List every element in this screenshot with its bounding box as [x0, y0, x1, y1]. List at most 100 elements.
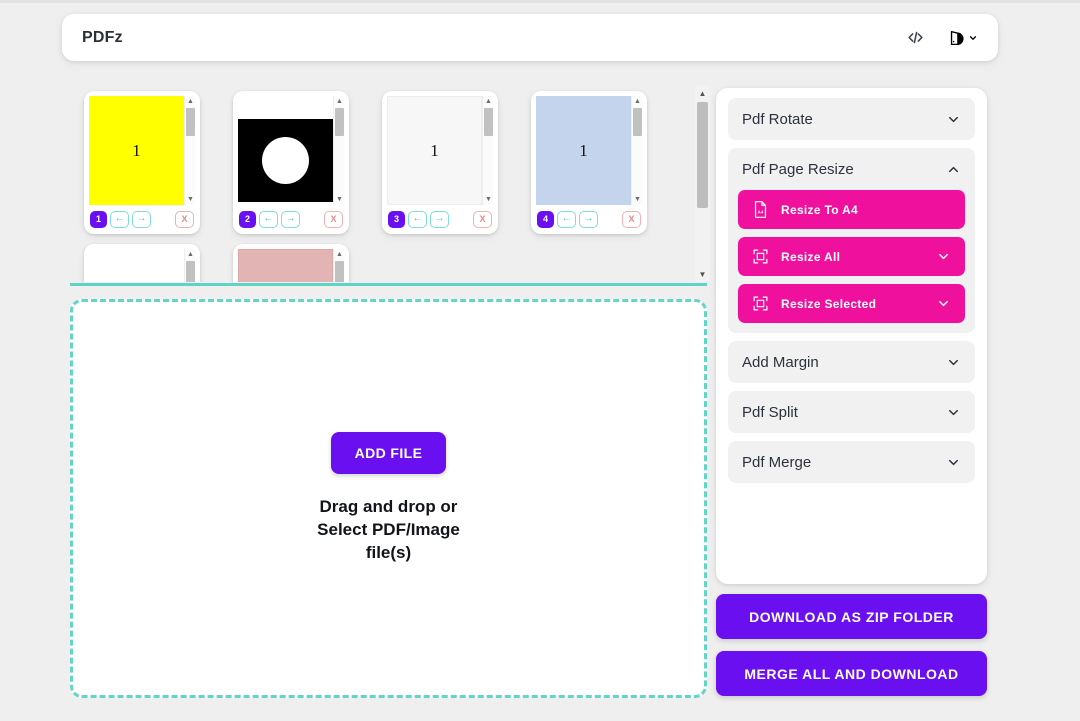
scroll-down-icon[interactable]: ▼	[484, 195, 493, 204]
chevron-down-icon[interactable]	[946, 405, 961, 420]
code-brackets-icon[interactable]	[907, 29, 924, 46]
chevron-up-icon[interactable]	[946, 162, 961, 177]
accordion-section: Pdf Page Resize A4Resize To A4 Resize All R…	[728, 148, 975, 333]
accordion-section: Pdf Rotate	[728, 98, 975, 140]
scroll-down-icon[interactable]: ▼	[633, 195, 642, 204]
thumbnail-panel-scrollbar[interactable]: ▲ ▼	[695, 86, 710, 282]
accordion-title: Add Margin	[742, 354, 819, 371]
thumbnail-list: 1▲▼1←→X▲▼2←→X1▲▼3←→X1▲▼4←→X▲▼5←→X▲▼6←→X	[62, 86, 692, 282]
chevron-down-icon[interactable]	[946, 355, 961, 370]
page-number-badge[interactable]: 4	[537, 211, 554, 228]
dropzone-line-1: Drag and drop or	[317, 496, 460, 519]
thumbnail-preview[interactable]: 1	[89, 96, 184, 205]
delete-page-button[interactable]: X	[473, 211, 492, 228]
scroll-up-icon[interactable]: ▲	[633, 97, 642, 106]
move-page-left-button[interactable]: ←	[110, 211, 129, 228]
scroll-down-icon[interactable]: ▼	[186, 195, 195, 204]
thumbnail-scrollbar[interactable]: ▲▼	[482, 96, 493, 205]
scroll-up-icon[interactable]: ▲	[335, 250, 344, 259]
theme-selector[interactable]	[948, 29, 978, 47]
accordion-title: Pdf Page Resize	[742, 161, 854, 178]
accordion-title: Pdf Split	[742, 404, 798, 421]
move-page-left-button[interactable]: ←	[557, 211, 576, 228]
scroll-up-icon[interactable]: ▲	[186, 97, 195, 106]
scroll-up-icon[interactable]: ▲	[186, 250, 195, 259]
page-preview-number: 1	[430, 141, 439, 161]
scroll-down-icon[interactable]: ▼	[697, 269, 708, 280]
black-band	[238, 119, 333, 202]
thumbnail-controls: 2←→ X	[238, 205, 344, 233]
dropzone-line-3: file(s)	[317, 542, 460, 565]
move-page-right-button[interactable]: →	[281, 211, 300, 228]
thumbnail-preview[interactable]	[238, 96, 333, 205]
page-content-yellow: 1	[89, 96, 184, 205]
accordion-title: Pdf Merge	[742, 454, 811, 471]
scroll-up-icon[interactable]: ▲	[335, 97, 344, 106]
thumbnail-card[interactable]: 1▲▼1←→X	[84, 91, 200, 234]
add-file-button[interactable]: ADD FILE	[331, 432, 447, 474]
delete-page-button[interactable]: X	[175, 211, 194, 228]
thumbnail-card[interactable]: 1▲▼4←→X	[531, 91, 647, 234]
accordion-header-pdf-split[interactable]: Pdf Split	[728, 391, 975, 433]
chevron-down-icon[interactable]	[936, 296, 951, 311]
page-number-badge[interactable]: 2	[239, 211, 256, 228]
thumbnail-preview-wrap: ▲▼	[238, 249, 344, 282]
scrollbar-thumb[interactable]	[335, 261, 344, 282]
accordion-header-add-margin[interactable]: Add Margin	[728, 341, 975, 383]
delete-page-button[interactable]: X	[324, 211, 343, 228]
resize-to-a4-button[interactable]: A4Resize To A4	[738, 190, 965, 229]
thumbnail-preview[interactable]: 1	[536, 96, 631, 205]
scrollbar-thumb[interactable]	[484, 108, 493, 136]
scrollbar-thumb[interactable]	[633, 108, 642, 136]
thumbnail-preview-wrap: ▲▼	[238, 96, 344, 205]
resize-frame-icon	[752, 295, 769, 312]
download-zip-button[interactable]: DOWNLOAD AS ZIP FOLDER	[716, 594, 987, 639]
scrollbar-thumb[interactable]	[186, 261, 195, 282]
scrollbar-thumb[interactable]	[697, 102, 708, 208]
move-page-left-button[interactable]: ←	[408, 211, 427, 228]
dropzone-instructions: Drag and drop or Select PDF/Image file(s…	[317, 496, 460, 565]
page-number-badge[interactable]: 1	[90, 211, 107, 228]
thumbnail-preview-wrap: 1▲▼	[387, 96, 493, 205]
thumbnail-scrollbar[interactable]: ▲▼	[184, 96, 195, 205]
page-number-badge[interactable]: 3	[388, 211, 405, 228]
thumbnail-card[interactable]: ▲▼6←→X	[233, 244, 349, 282]
resize-selected-button[interactable]: Resize Selected	[738, 284, 965, 323]
accordion-header-pdf-rotate[interactable]: Pdf Rotate	[728, 98, 975, 140]
scroll-down-icon[interactable]: ▼	[335, 195, 344, 204]
thumbnail-scrollbar[interactable]: ▲▼	[184, 249, 195, 282]
move-page-right-button[interactable]: →	[579, 211, 598, 228]
tools-panel: Pdf Rotate Pdf Page Resize A4Resize To A4 R…	[716, 88, 987, 584]
thumbnail-card[interactable]: ▲▼5←→X	[84, 244, 200, 282]
move-page-right-button[interactable]: →	[132, 211, 151, 228]
thumbnail-preview[interactable]	[238, 249, 333, 282]
page-content-circle	[238, 96, 333, 205]
scrollbar-thumb[interactable]	[335, 108, 344, 136]
resize-all-button[interactable]: Resize All	[738, 237, 965, 276]
thumbnail-preview-wrap: 1▲▼	[89, 96, 195, 205]
chevron-down-icon	[968, 33, 978, 43]
accordion-header-pdf-merge[interactable]: Pdf Merge	[728, 441, 975, 483]
thumbnail-card[interactable]: 1▲▼3←→X	[382, 91, 498, 234]
color-palette-icon	[948, 29, 965, 47]
thumbnail-card[interactable]: ▲▼2←→X	[233, 91, 349, 234]
thumbnail-preview[interactable]: 1	[387, 96, 482, 205]
merge-all-button[interactable]: MERGE ALL AND DOWNLOAD	[716, 651, 987, 696]
thumbnail-scrollbar[interactable]: ▲▼	[333, 249, 344, 282]
scroll-up-icon[interactable]: ▲	[697, 88, 708, 99]
move-page-left-button[interactable]: ←	[259, 211, 278, 228]
page-preview-number: 1	[579, 141, 588, 161]
scrollbar-thumb[interactable]	[186, 108, 195, 136]
move-page-right-button[interactable]: →	[430, 211, 449, 228]
chevron-down-icon[interactable]	[946, 112, 961, 127]
scroll-up-icon[interactable]: ▲	[484, 97, 493, 106]
chevron-down-icon[interactable]	[936, 249, 951, 264]
chevron-down-icon[interactable]	[946, 455, 961, 470]
thumbnail-scrollbar[interactable]: ▲▼	[631, 96, 642, 205]
thumbnail-scrollbar[interactable]: ▲▼	[333, 96, 344, 205]
file-dropzone[interactable]: ADD FILE Drag and drop or Select PDF/Ima…	[70, 299, 707, 698]
accordion-header-pdf-page-resize[interactable]: Pdf Page Resize	[728, 148, 975, 190]
accordion-title: Pdf Rotate	[742, 111, 813, 128]
thumbnail-preview[interactable]	[89, 249, 184, 282]
delete-page-button[interactable]: X	[622, 211, 641, 228]
